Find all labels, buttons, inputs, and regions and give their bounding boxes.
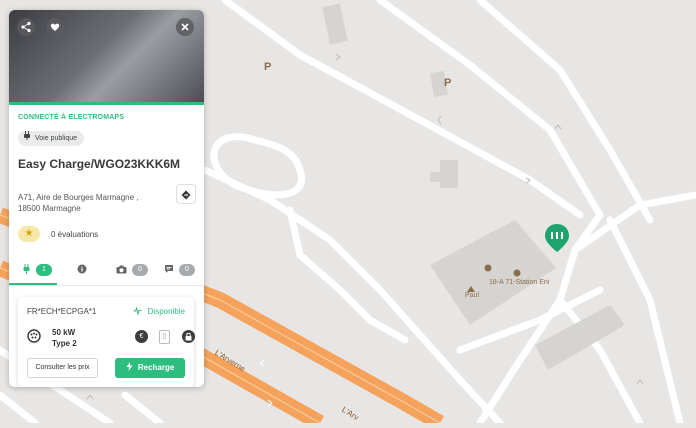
access-tag: Voie publique <box>18 131 85 146</box>
charge-button[interactable]: Recharge <box>115 358 185 378</box>
connector-type: Type 2 <box>52 339 77 348</box>
charge-button-label: Recharge <box>137 363 175 372</box>
station-address: A71, Aire de Bourges Marmagne , 18500 Ma… <box>18 192 158 214</box>
tab-connectors-count: 1 <box>36 264 52 276</box>
lock-icon <box>182 330 195 343</box>
directions-icon <box>181 189 191 200</box>
station-photo[interactable] <box>9 10 204 102</box>
parking-label: P <box>264 61 272 73</box>
pulse-icon <box>133 306 144 316</box>
tab-connectors[interactable]: 1 <box>22 261 52 279</box>
photo-accent-bar <box>9 102 204 105</box>
heart-icon[interactable] <box>46 18 64 36</box>
rating-star-icon: ★ <box>18 226 40 242</box>
poi-label-paul: Paul <box>465 292 480 299</box>
access-tag-label: Voie publique <box>35 135 78 142</box>
connector-status-label: Disponible <box>147 307 185 316</box>
connector-status: Disponible <box>133 306 185 316</box>
address-line-2: 18500 Marmagne <box>18 204 81 213</box>
plug-icon <box>22 264 31 276</box>
card-icon: ▯ <box>159 330 170 344</box>
station-panel: CONNECTÉ À ELECTROMAPS Voie publique Eas… <box>9 10 204 387</box>
camera-icon <box>116 265 127 276</box>
bolt-icon <box>126 362 138 372</box>
connector-power-info: 50 kW Type 2 <box>52 327 77 349</box>
tab-comments-count: 0 <box>179 264 195 276</box>
connector-card: FR*ECH*ECPGA*1 Disponible 50 kW Type 2 €… <box>18 297 195 387</box>
station-title: Easy Charge/WGO23KKK6M <box>18 157 181 171</box>
connector-power: 50 kW <box>52 328 76 337</box>
tab-info[interactable] <box>77 261 87 279</box>
connector-id: FR*ECH*ECPGA*1 <box>27 307 97 316</box>
info-icon <box>77 264 87 276</box>
poi-label-station: 18-A 71-Station Eni <box>489 279 550 286</box>
comment-icon <box>164 264 174 276</box>
euro-icon: € <box>135 330 148 343</box>
close-icon[interactable] <box>176 18 194 36</box>
active-tab-indicator <box>9 283 57 285</box>
address-line-1: A71, Aire de Bourges Marmagne , <box>18 193 139 202</box>
tab-photos[interactable]: 0 <box>116 261 148 279</box>
view-prices-button[interactable]: Consulter les prix <box>27 358 98 378</box>
directions-button[interactable] <box>176 184 196 204</box>
panel-tabs: 1 0 0 <box>9 257 204 286</box>
connected-label: CONNECTÉ À ELECTROMAPS <box>18 114 125 121</box>
share-icon[interactable] <box>17 18 35 36</box>
tab-comments[interactable]: 0 <box>164 261 195 279</box>
parking-label: P <box>444 77 452 89</box>
reviews-count[interactable]: 0 évaluations <box>51 230 98 239</box>
tab-photos-count: 0 <box>132 264 148 276</box>
plug-icon <box>23 131 31 146</box>
type2-plug-icon <box>27 329 41 343</box>
